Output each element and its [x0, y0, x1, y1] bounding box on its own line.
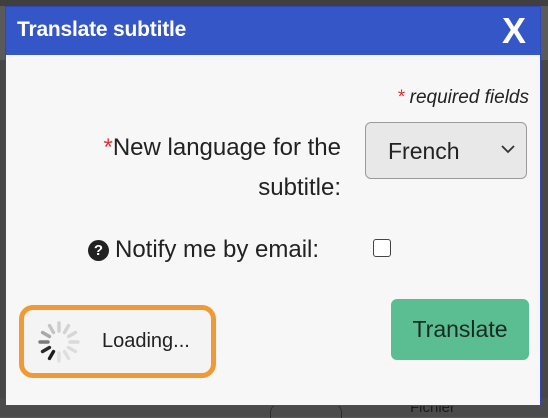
notify-checkbox[interactable] — [373, 239, 391, 257]
translate-button[interactable]: Translate — [391, 299, 529, 360]
loading-indicator: Loading... — [19, 305, 216, 378]
chevron-down-icon — [501, 145, 515, 154]
loading-spinner-icon — [38, 321, 80, 363]
loading-text: Loading... — [102, 330, 190, 352]
language-label-line2: subtitle: — [258, 174, 341, 201]
language-label-line1: New language for the — [112, 134, 341, 161]
language-select[interactable]: French — [365, 122, 527, 179]
close-button[interactable]: X — [496, 11, 532, 51]
required-fields-text: required fields — [409, 87, 529, 108]
translate-subtitle-dialog: Translate subtitle X * required fields *… — [5, 6, 541, 406]
language-selected-value: French — [388, 138, 460, 164]
question-circle-icon[interactable]: ? — [88, 239, 109, 261]
background-control — [270, 404, 342, 418]
dialog-titlebar: Translate subtitle X — [6, 7, 540, 55]
dialog-title: Translate subtitle — [17, 18, 187, 41]
required-fields-note: * required fields — [397, 87, 529, 109]
required-star: * — [396, 87, 405, 108]
language-label: *New language for the subtitle: — [66, 128, 342, 208]
notify-row: ? Notify me by email: — [88, 236, 319, 264]
background-page-right — [540, 60, 548, 400]
language-required-star: * — [103, 134, 113, 161]
notify-label: Notify me by email: — [115, 236, 320, 263]
